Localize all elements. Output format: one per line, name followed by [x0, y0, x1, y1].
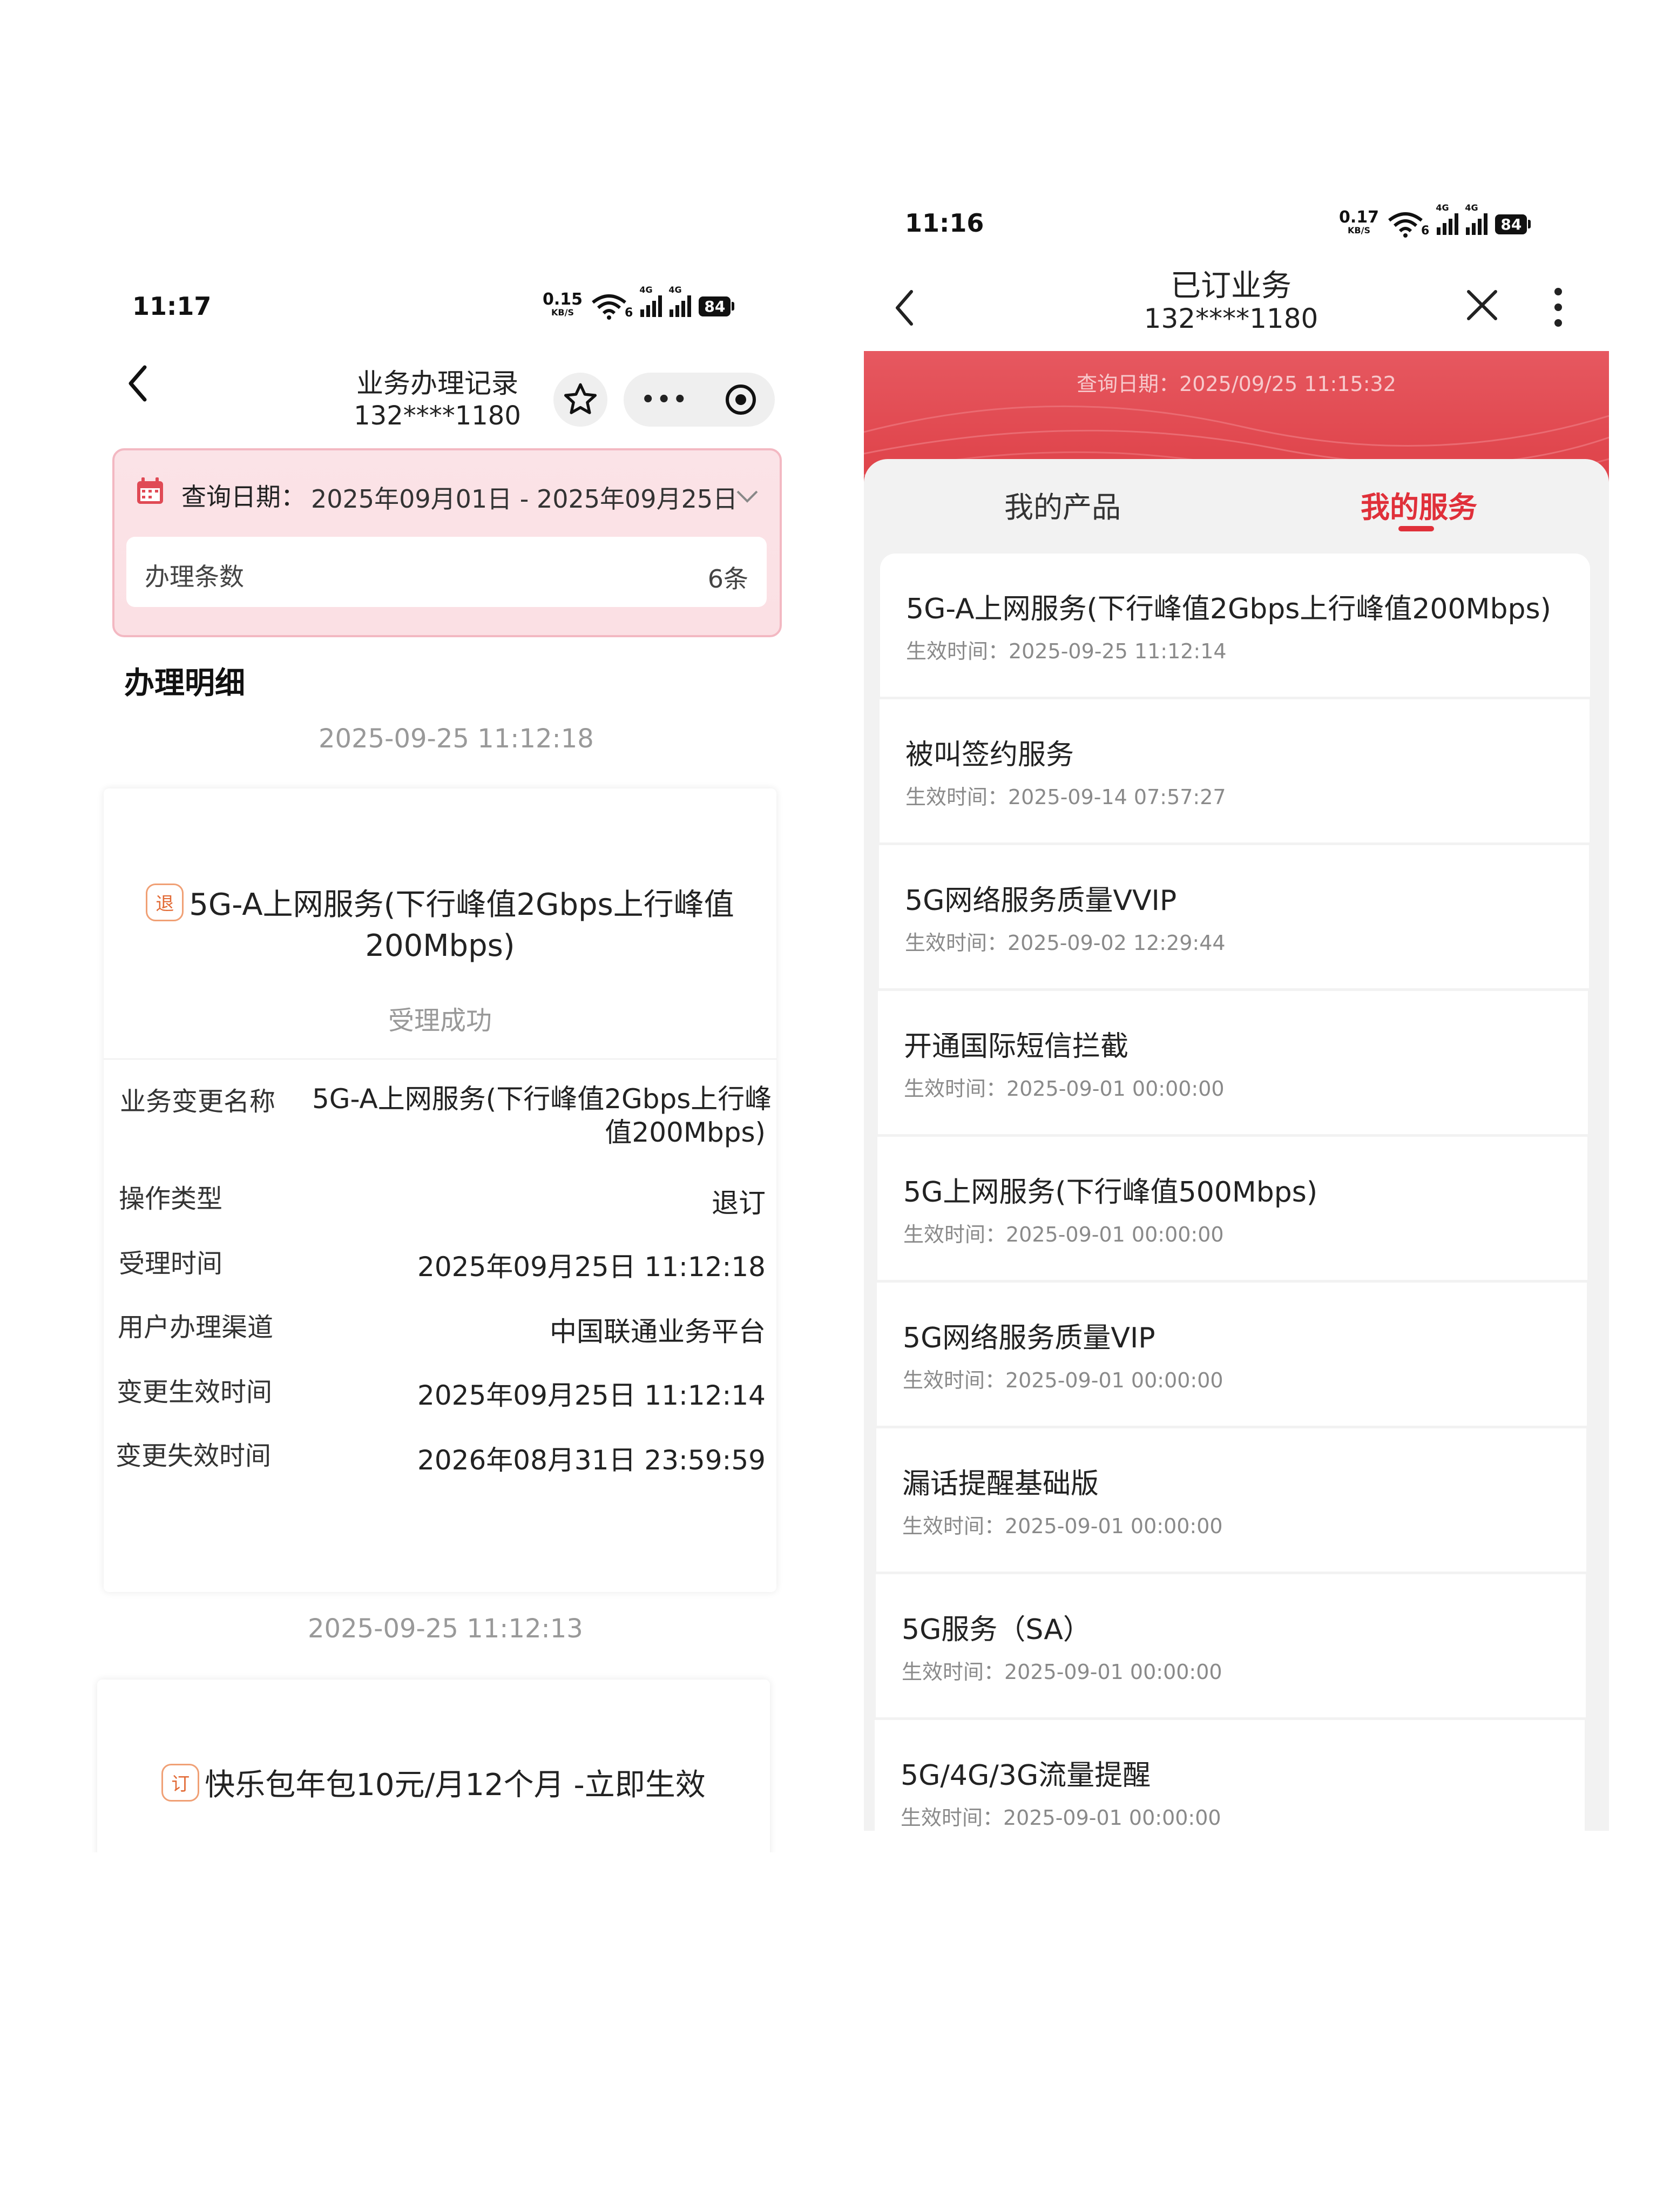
service-list-item[interactable]: 被叫签约服务生效时间：2025-09-14 07:57:27 — [880, 699, 1590, 842]
phone-number: 132****1180 — [1144, 303, 1318, 334]
battery-icon: 84 — [1495, 214, 1527, 234]
signal-icon: 4G — [668, 285, 692, 317]
service-name: 5G服务（SA） — [902, 1614, 1091, 1646]
service-list-item[interactable]: 开通国际短信拦截生效时间：2025-09-01 00:00:00 — [878, 991, 1588, 1134]
field-label: 用户办理渠道 — [118, 1312, 274, 1343]
field-label: 受理时间 — [119, 1249, 223, 1279]
back-icon[interactable] — [891, 286, 918, 332]
status-time: 11:16 — [905, 208, 984, 238]
field-value: 2025年09月25日 11:12:14 — [417, 1380, 766, 1411]
record-title: 订快乐包年包10元/月12个月 -立即生效 — [97, 1761, 770, 1804]
service-name: 5G网络服务质量VIP — [903, 1322, 1155, 1354]
chevron-down-icon[interactable] — [735, 488, 759, 504]
record-title-line1: 5G-A上网服务(下行峰值2Gbps上行峰值 — [189, 887, 734, 922]
favorite-button[interactable] — [553, 373, 607, 427]
query-date: 查询日期：2025/09/25 11:15:32 — [1077, 372, 1396, 396]
service-name: 漏话提醒基础版 — [902, 1468, 1099, 1500]
count-value: 6条 — [707, 564, 748, 594]
service-name: 5G上网服务(下行峰值500Mbps) — [903, 1176, 1318, 1209]
signal-icon: 4G — [1436, 203, 1459, 235]
wifi-num: 6 — [1421, 224, 1430, 238]
service-list-item[interactable]: 5G网络服务质量VIP 生效时间：2025-09-01 00:00:00 — [877, 1283, 1587, 1426]
record-card[interactable]: 订快乐包年包10元/月12个月 -立即生效 — [97, 1680, 770, 1852]
query-card: 查询日期： 2025年09月01日 - 2025年09月25日 办理条数 6条 — [112, 448, 782, 637]
service-name: 开通国际短信拦截 — [904, 1030, 1129, 1063]
service-effective-time: 生效时间：2025-09-02 12:29:44 — [905, 931, 1226, 955]
page-title: 业务办理记录 132****1180 — [340, 367, 535, 432]
subscribe-badge-icon: 订 — [161, 1763, 200, 1802]
service-effective-time: 生效时间：2025-09-14 07:57:27 — [905, 785, 1226, 809]
calendar-icon — [137, 477, 163, 504]
wifi-icon — [1388, 212, 1423, 238]
service-name: 5G-A上网服务(下行峰值2Gbps上行峰值200Mbps) — [906, 593, 1551, 625]
wifi-icon — [592, 294, 626, 320]
service-name: 5G/4G/3G流量提醒 — [901, 1759, 1151, 1792]
service-list-item[interactable]: 漏话提醒基础版生效时间：2025-09-01 00:00:00 — [876, 1428, 1586, 1572]
close-icon[interactable] — [1464, 287, 1500, 323]
record-title-line2: 200Mbps) — [365, 928, 515, 963]
left-phone-screenshot: 11:17 0.15 KB/S 6 4G 4G 84 业务办理记录 132****… — [92, 270, 788, 1852]
section-title: 办理明细 — [124, 666, 245, 701]
signal-icon: 4G — [1465, 203, 1488, 235]
net-speed: 0.15 KB/S — [543, 290, 583, 318]
back-icon[interactable] — [124, 362, 151, 414]
star-icon — [564, 383, 597, 414]
unsubscribe-badge-icon: 退 — [146, 883, 184, 921]
record-card[interactable]: 退 5G-A上网服务(下行峰值2Gbps上行峰值 200Mbps) 受理成功 业务… — [104, 788, 776, 1592]
battery-icon: 84 — [699, 296, 731, 316]
service-name: 5G网络服务质量VVIP — [905, 885, 1177, 917]
record-timestamp: 2025-09-25 11:12:18 — [319, 724, 594, 754]
service-list-item[interactable]: 5G网络服务质量VVIP 生效时间：2025-09-02 12:29:44 — [879, 845, 1589, 988]
target-close-icon[interactable] — [724, 383, 758, 416]
service-list-item[interactable]: 5G/4G/3G流量提醒生效时间：2025-09-01 00:00:00 — [875, 1720, 1585, 1831]
page-title-text: 已订业务 — [1171, 268, 1291, 304]
record-status: 受理成功 — [388, 1006, 492, 1036]
query-label: 查询日期： — [181, 482, 306, 511]
divider — [104, 1058, 776, 1060]
count-box: 办理条数 6条 — [126, 537, 767, 607]
service-effective-time: 生效时间：2025-09-01 00:00:00 — [902, 1514, 1223, 1538]
field-label: 变更生效时间 — [117, 1377, 273, 1407]
date-range[interactable]: 2025年09月01日 - 2025年09月25日 — [311, 480, 738, 515]
status-time: 11:17 — [132, 292, 212, 321]
page-title-text: 业务办理记录 — [356, 368, 518, 399]
field-value: 中国联通业务平台 — [550, 1316, 766, 1347]
phone-number: 132****1180 — [354, 401, 521, 431]
count-label: 办理条数 — [145, 562, 244, 591]
field-label: 操作类型 — [119, 1184, 223, 1214]
service-effective-time: 生效时间：2025-09-01 00:00:00 — [901, 1806, 1221, 1830]
page-title: 已订业务 132****1180 — [1123, 270, 1339, 335]
net-speed: 0.17 KB/S — [1339, 208, 1380, 236]
right-phone-screenshot: 11:16 0.17 KB/S 6 4G 4G 84 已订业务 132****11… — [858, 194, 1614, 1831]
service-list-item[interactable]: 5G服务（SA） 生效时间：2025-09-01 00:00:00 — [876, 1574, 1586, 1717]
more-vertical-icon[interactable] — [1552, 287, 1565, 327]
service-list-item[interactable]: 5G上网服务(下行峰值500Mbps) 生效时间：2025-09-01 00:00… — [877, 1137, 1587, 1280]
service-list-item[interactable]: 5G-A上网服务(下行峰值2Gbps上行峰值200Mbps) 生效时间：2025-… — [880, 554, 1590, 697]
tab-my-products[interactable]: 我的产品 — [1004, 483, 1121, 526]
tab-my-services[interactable]: 我的服务 — [1361, 483, 1477, 526]
wifi-num: 6 — [625, 306, 633, 320]
active-tab-indicator — [1398, 526, 1434, 531]
status-icons: 0.15 KB/S 6 4G 4G 84 — [543, 285, 735, 320]
record-timestamp: 2025-09-25 11:12:13 — [308, 1614, 583, 1644]
service-effective-time: 生效时间：2025-09-01 00:00:00 — [902, 1660, 1222, 1684]
record-title-line1: 快乐包年包10元/月12个月 -立即生效 — [205, 1768, 706, 1803]
service-effective-time: 生效时间：2025-09-01 00:00:00 — [903, 1223, 1224, 1246]
field-label: 变更失效时间 — [116, 1441, 272, 1471]
signal-icon: 4G — [639, 285, 662, 317]
mini-program-capsule: ••• — [624, 373, 775, 427]
field-value: 2026年08月31日 23:59:59 — [417, 1445, 766, 1476]
service-effective-time: 生效时间：2025-09-01 00:00:00 — [903, 1368, 1223, 1392]
more-icon[interactable]: ••• — [641, 387, 689, 412]
field-label: 业务变更名称 — [120, 1087, 276, 1117]
service-effective-time: 生效时间：2025-09-25 11:12:14 — [906, 639, 1227, 663]
service-name: 被叫签约服务 — [905, 739, 1074, 771]
record-title: 退 5G-A上网服务(下行峰值2Gbps上行峰值 200Mbps) — [104, 880, 776, 963]
field-value: 2025年09月25日 11:12:18 — [417, 1251, 766, 1283]
field-value: 退订 — [712, 1188, 766, 1219]
field-value: 5G-A上网服务(下行峰值2Gbps上行峰 值200Mbps) — [312, 1083, 772, 1148]
service-effective-time: 生效时间：2025-09-01 00:00:00 — [904, 1077, 1225, 1101]
status-icons: 0.17 KB/S 6 4G 4G 84 — [1339, 203, 1531, 238]
